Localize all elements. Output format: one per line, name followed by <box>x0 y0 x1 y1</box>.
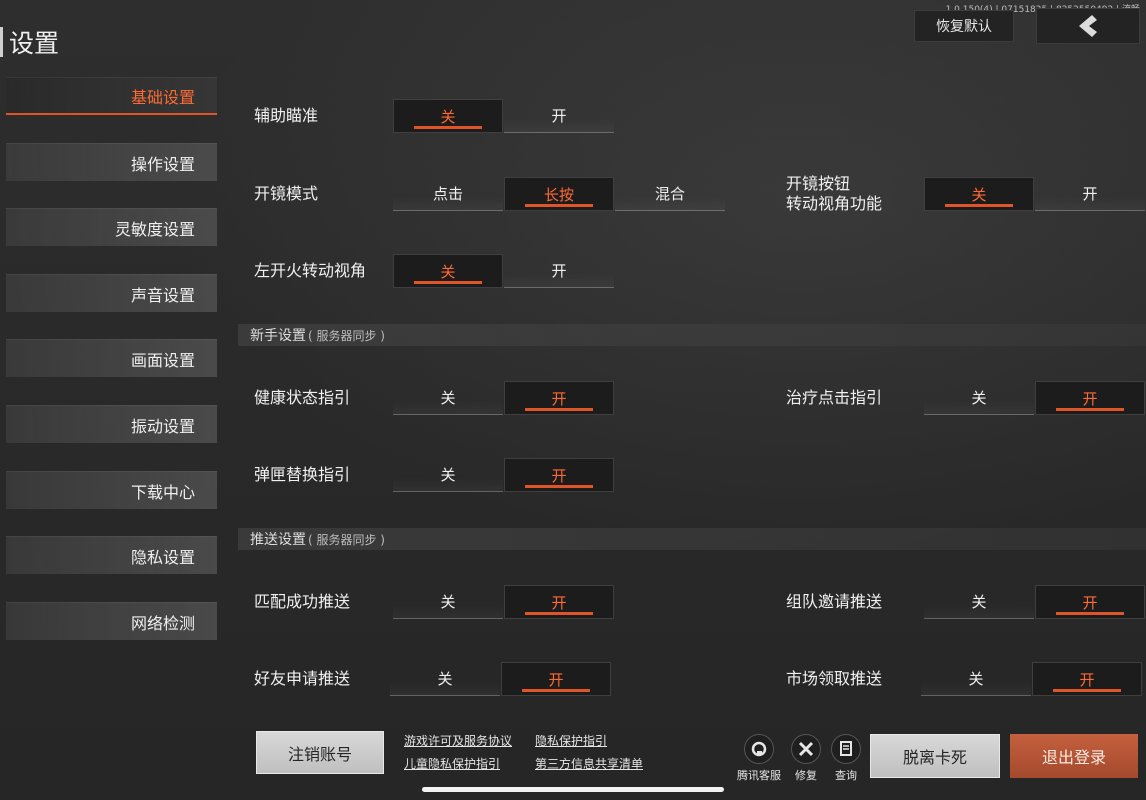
customer-service-caption: 腾讯客服 <box>737 769 781 782</box>
push-section-header: 推送设置 ( 服务器同步 ) <box>238 528 1146 550</box>
sidebar-item-download[interactable]: 下载中心 <box>6 471 217 509</box>
sidebar-item-privacy[interactable]: 隐私设置 <box>6 536 217 574</box>
query-caption: 查询 <box>835 769 857 782</box>
team-push-off-option[interactable]: 关 <box>924 585 1034 619</box>
sidebar-item-graphics[interactable]: 画面设置 <box>6 339 217 377</box>
scope-button-view-on-option[interactable]: 开 <box>1035 177 1145 211</box>
market-push-on-option[interactable]: 开 <box>1032 662 1142 696</box>
document-search-icon <box>831 734 861 764</box>
heal-guide-label: 治疗点击指引 <box>786 388 883 407</box>
newbie-section-header: 新手设置 ( 服务器同步 ) <box>238 324 1146 346</box>
sidebar-item-sensitivity[interactable]: 灵敏度设置 <box>6 208 217 246</box>
sidebar-item-sound[interactable]: 声音设置 <box>6 274 217 312</box>
friend-push-on-option[interactable]: 开 <box>501 662 611 696</box>
sidebar-item-vibration[interactable]: 振动设置 <box>6 405 217 443</box>
team-push-on-option[interactable]: 开 <box>1035 585 1145 619</box>
child-privacy-link[interactable]: 儿童隐私保护指引 <box>404 755 500 772</box>
third-party-list-link[interactable]: 第三方信息共享清单 <box>535 755 643 772</box>
wrench-icon <box>791 734 821 764</box>
scope-button-view-label-line2: 转动视角功能 <box>786 194 883 213</box>
team-push-label: 组队邀请推送 <box>786 592 883 611</box>
friend-push-off-option[interactable]: 关 <box>390 662 500 696</box>
repair-button[interactable]: 修复 <box>786 734 826 783</box>
sidebar-item-controls[interactable]: 操作设置 <box>6 143 217 181</box>
customer-service-button[interactable]: 腾讯客服 <box>737 734 781 783</box>
repair-caption: 修复 <box>795 769 817 782</box>
home-indicator[interactable] <box>422 787 724 792</box>
market-push-off-option[interactable]: 关 <box>921 662 1031 696</box>
unstuck-button[interactable]: 脱离卡死 <box>870 734 1000 778</box>
match-push-on-option[interactable]: 开 <box>504 585 614 619</box>
market-push-label: 市场领取推送 <box>786 669 883 688</box>
scope-button-view-label-line1: 开镜按钮 <box>786 174 851 193</box>
logout-button[interactable]: 退出登录 <box>1010 734 1138 778</box>
health-guide-on-option[interactable]: 开 <box>504 381 614 415</box>
push-section-title: 推送设置 <box>250 532 306 548</box>
aim-assist-on-option[interactable]: 开 <box>504 99 614 133</box>
aim-assist-label: 辅助瞄准 <box>254 106 319 125</box>
left-fire-view-off-option[interactable]: 关 <box>393 254 503 288</box>
mag-guide-off-option[interactable]: 关 <box>393 458 503 492</box>
scope-mode-tap-option[interactable]: 点击 <box>393 177 503 211</box>
page-title-text: 设置 <box>9 29 60 58</box>
left-fire-view-on-option[interactable]: 开 <box>504 254 614 288</box>
query-button[interactable]: 查询 <box>826 734 866 783</box>
scope-mode-label: 开镜模式 <box>254 184 319 203</box>
health-guide-off-option[interactable]: 关 <box>393 381 503 415</box>
health-guide-label: 健康状态指引 <box>254 388 351 407</box>
privacy-guide-link[interactable]: 隐私保护指引 <box>535 732 607 749</box>
scope-mode-hold-option[interactable]: 长按 <box>504 177 614 211</box>
heal-guide-off-option[interactable]: 关 <box>924 381 1034 415</box>
mag-guide-label: 弹匣替换指引 <box>254 465 351 484</box>
scope-button-view-off-option[interactable]: 关 <box>924 177 1034 211</box>
left-fire-view-label: 左开火转动视角 <box>254 261 367 280</box>
push-section-subtitle: ( 服务器同步 ) <box>308 532 385 547</box>
headset-icon <box>744 734 774 764</box>
title-bar-decoration <box>0 27 3 57</box>
reset-default-button[interactable]: 恢复默认 <box>914 10 1014 42</box>
scope-button-view-label: 开镜按钮 转动视角功能 <box>786 174 882 214</box>
scope-mode-mixed-option[interactable]: 混合 <box>615 177 725 211</box>
cancel-account-button[interactable]: 注销账号 <box>256 731 384 774</box>
newbie-section-subtitle: ( 服务器同步 ) <box>308 328 385 343</box>
sidebar-item-basic[interactable]: 基础设置 <box>6 77 217 115</box>
match-push-label: 匹配成功推送 <box>254 592 351 611</box>
mag-guide-on-option[interactable]: 开 <box>504 458 614 492</box>
match-push-off-option[interactable]: 关 <box>393 585 503 619</box>
newbie-section-title: 新手设置 <box>250 328 306 344</box>
license-agreement-link[interactable]: 游戏许可及服务协议 <box>404 732 512 749</box>
aim-assist-off-option[interactable]: 关 <box>393 99 503 133</box>
heal-guide-on-option[interactable]: 开 <box>1035 381 1145 415</box>
back-button[interactable] <box>1036 8 1140 44</box>
chevron-left-icon <box>1079 15 1097 37</box>
page-title: 设置 <box>0 22 59 62</box>
sidebar-item-network[interactable]: 网络检测 <box>6 602 217 640</box>
friend-push-label: 好友申请推送 <box>254 669 351 688</box>
